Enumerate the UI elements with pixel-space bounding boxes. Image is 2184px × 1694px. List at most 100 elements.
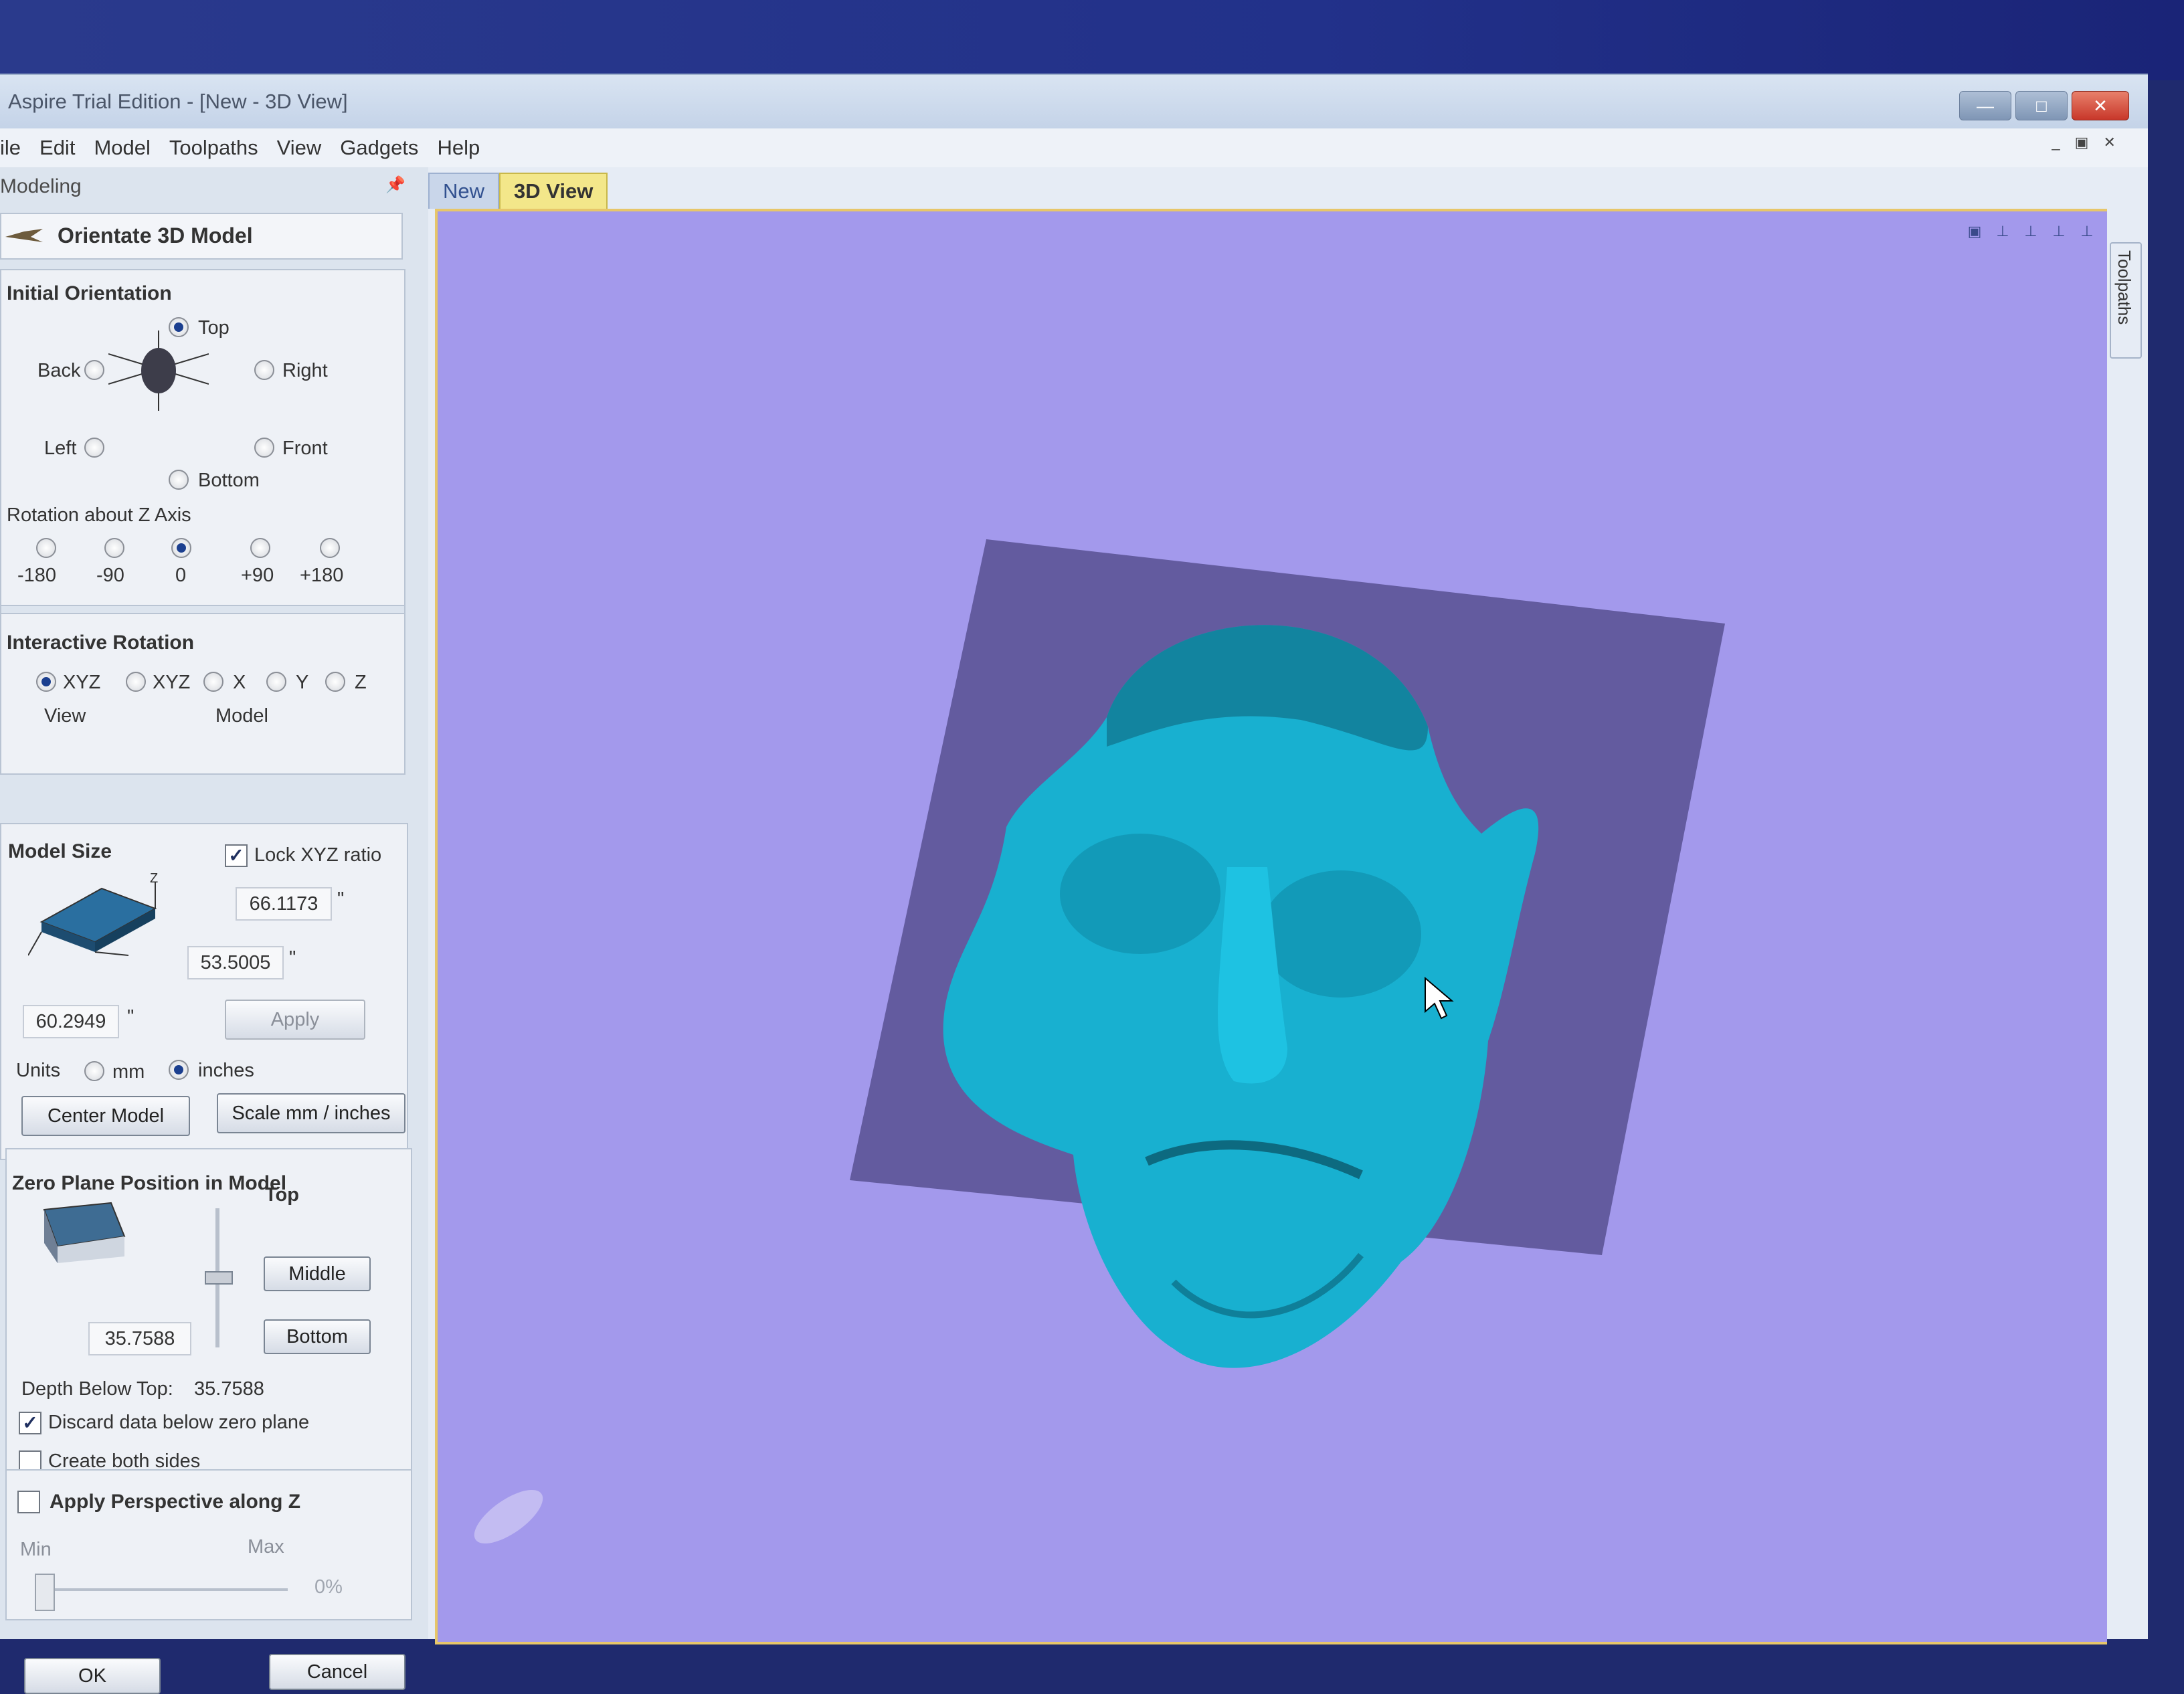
axis-z-label: Z	[150, 871, 159, 886]
model-size-diagram-icon	[28, 882, 157, 956]
rotate-0-radio[interactable]	[171, 538, 191, 558]
rotate-minus-90-radio[interactable]	[104, 538, 124, 558]
rotate-plus-90-label: +90	[241, 565, 274, 586]
rot-model-label: Model	[215, 705, 268, 727]
rot-model-xyz-radio[interactable]	[126, 672, 146, 692]
right-eye-socket	[1261, 870, 1421, 998]
form-title-bar: Orientate 3D Model	[0, 213, 403, 260]
close-button[interactable]: ✕	[2072, 91, 2129, 120]
toolpaths-side-tab-label: Toolpaths	[2114, 250, 2134, 325]
size-z-unit: "	[127, 1006, 134, 1028]
menu-help[interactable]: Help	[428, 136, 489, 160]
mdi-controls[interactable]: _ ▣ ✕	[2052, 134, 2121, 151]
title-bar: Aspire Trial Edition - [New - 3D View] —…	[0, 75, 2148, 128]
perspective-slider-handle[interactable]	[35, 1574, 55, 1611]
depth-below-top-value: 35.7588	[194, 1378, 264, 1400]
size-y-field[interactable]: 66.1173	[236, 887, 332, 921]
menu-file[interactable]: ile	[0, 136, 30, 160]
maximize-button[interactable]: □	[2015, 91, 2068, 120]
interactive-rotation-title: Interactive Rotation	[7, 632, 195, 654]
zero-plane-title: Zero Plane Position in Model	[12, 1172, 287, 1194]
orient-back-label: Back	[37, 360, 81, 381]
desktop-background	[0, 0, 2184, 80]
zero-plane-diagram-icon	[43, 1202, 126, 1263]
cancel-button[interactable]: Cancel	[269, 1654, 405, 1690]
rotate-0-label: 0	[175, 565, 187, 586]
zero-top-label: Top	[265, 1184, 299, 1206]
minimize-button[interactable]: —	[1959, 91, 2011, 120]
perspective-min-label: Min	[20, 1539, 52, 1560]
document-tabs: New 3D View	[428, 173, 608, 209]
size-x-field[interactable]: 53.5005	[187, 946, 284, 979]
initial-orientation-group: Initial Orientation Top Back Right Left …	[0, 269, 405, 775]
size-x-unit: "	[289, 947, 296, 969]
rot-z-radio[interactable]	[325, 672, 345, 692]
rotate-plus-90-radio[interactable]	[250, 538, 270, 558]
scale-units-button[interactable]: Scale mm / inches	[217, 1093, 405, 1133]
units-label: Units	[16, 1060, 61, 1081]
size-z-field[interactable]: 60.2949	[23, 1005, 119, 1038]
rot-y-radio[interactable]	[266, 672, 286, 692]
pin-icon[interactable]: 📌	[385, 175, 405, 195]
center-model-button[interactable]: Center Model	[21, 1096, 190, 1136]
rot-y-label: Y	[296, 672, 309, 693]
panel-header: Modeling 📌	[0, 175, 415, 202]
lock-xyz-checkbox[interactable]: ✓	[225, 844, 248, 867]
tab-3d-view[interactable]: 3D View	[499, 173, 608, 209]
menu-view[interactable]: View	[268, 136, 331, 160]
ok-button[interactable]: OK	[24, 1658, 161, 1694]
menu-toolpaths[interactable]: Toolpaths	[160, 136, 268, 160]
orient-front-radio[interactable]	[254, 438, 274, 458]
rotate-plus-180-label: +180	[300, 565, 344, 586]
rotate-minus-180-label: -180	[17, 565, 57, 586]
rot-z-label: Z	[355, 672, 367, 693]
orient-right-radio[interactable]	[254, 360, 274, 380]
rot-x-radio[interactable]	[203, 672, 223, 692]
menu-bar: ile Edit Model Toolpaths View Gadgets He…	[0, 128, 2148, 167]
apply-size-button[interactable]: Apply	[225, 1000, 365, 1040]
modeling-panel: Modeling 📌 Orientate 3D Model Initial Or…	[0, 167, 428, 1694]
rot-view-xyz-label: XYZ	[63, 672, 101, 693]
discard-data-checkbox[interactable]: ✓	[19, 1412, 41, 1434]
tab-new[interactable]: New	[428, 173, 500, 209]
units-mm-radio[interactable]	[84, 1061, 104, 1081]
panel-header-label: Modeling	[0, 175, 82, 197]
rot-model-xyz-label: XYZ	[153, 672, 191, 693]
zero-middle-button[interactable]: Middle	[264, 1256, 371, 1291]
depth-below-top-label: Depth Below Top:	[21, 1378, 173, 1400]
group-divider	[1, 605, 404, 614]
left-eye-socket	[1060, 834, 1220, 954]
rot-view-xyz-radio[interactable]	[36, 672, 56, 692]
units-inches-radio[interactable]	[169, 1060, 189, 1080]
lock-xyz-label: Lock XYZ ratio	[254, 844, 382, 866]
rotation-z-title: Rotation about Z Axis	[7, 504, 191, 526]
units-inches-label: inches	[198, 1060, 254, 1081]
model-size-group: Model Size ✓ Lock XYZ ratio Z 66.1173 " …	[0, 823, 408, 1160]
orient-left-radio[interactable]	[84, 438, 104, 458]
zero-plane-field[interactable]: 35.7588	[88, 1322, 191, 1355]
perspective-slider-track	[39, 1588, 288, 1591]
rotate-minus-180-radio[interactable]	[36, 538, 56, 558]
zero-plane-slider-handle[interactable]	[205, 1271, 233, 1285]
menu-gadgets[interactable]: Gadgets	[331, 136, 428, 160]
orientation-preview-icon	[108, 331, 209, 411]
model-render	[850, 539, 1725, 1368]
initial-orientation-title: Initial Orientation	[7, 282, 172, 304]
window-title: Aspire Trial Edition - [New - 3D View]	[8, 90, 348, 113]
orient-right-label: Right	[282, 360, 328, 381]
rot-x-label: X	[233, 672, 246, 693]
apply-perspective-checkbox[interactable]	[17, 1491, 40, 1513]
rotate-plus-180-radio[interactable]	[320, 538, 340, 558]
apply-perspective-label: Apply Perspective along Z	[50, 1491, 301, 1513]
menu-edit[interactable]: Edit	[30, 136, 84, 160]
orient-left-label: Left	[44, 438, 77, 459]
orient-bottom-radio[interactable]	[169, 470, 189, 490]
rot-view-label: View	[44, 705, 86, 727]
3d-viewport[interactable]: ▣ ⊥ ⊥ ⊥ ⊥	[435, 209, 2107, 1644]
menu-model[interactable]: Model	[84, 136, 159, 160]
units-mm-label: mm	[112, 1061, 145, 1083]
toolpaths-side-tab[interactable]: Toolpaths	[2110, 242, 2142, 359]
app-window: Aspire Trial Edition - [New - 3D View] —…	[0, 74, 2148, 1694]
orient-back-radio[interactable]	[84, 360, 104, 380]
zero-bottom-button[interactable]: Bottom	[264, 1319, 371, 1354]
